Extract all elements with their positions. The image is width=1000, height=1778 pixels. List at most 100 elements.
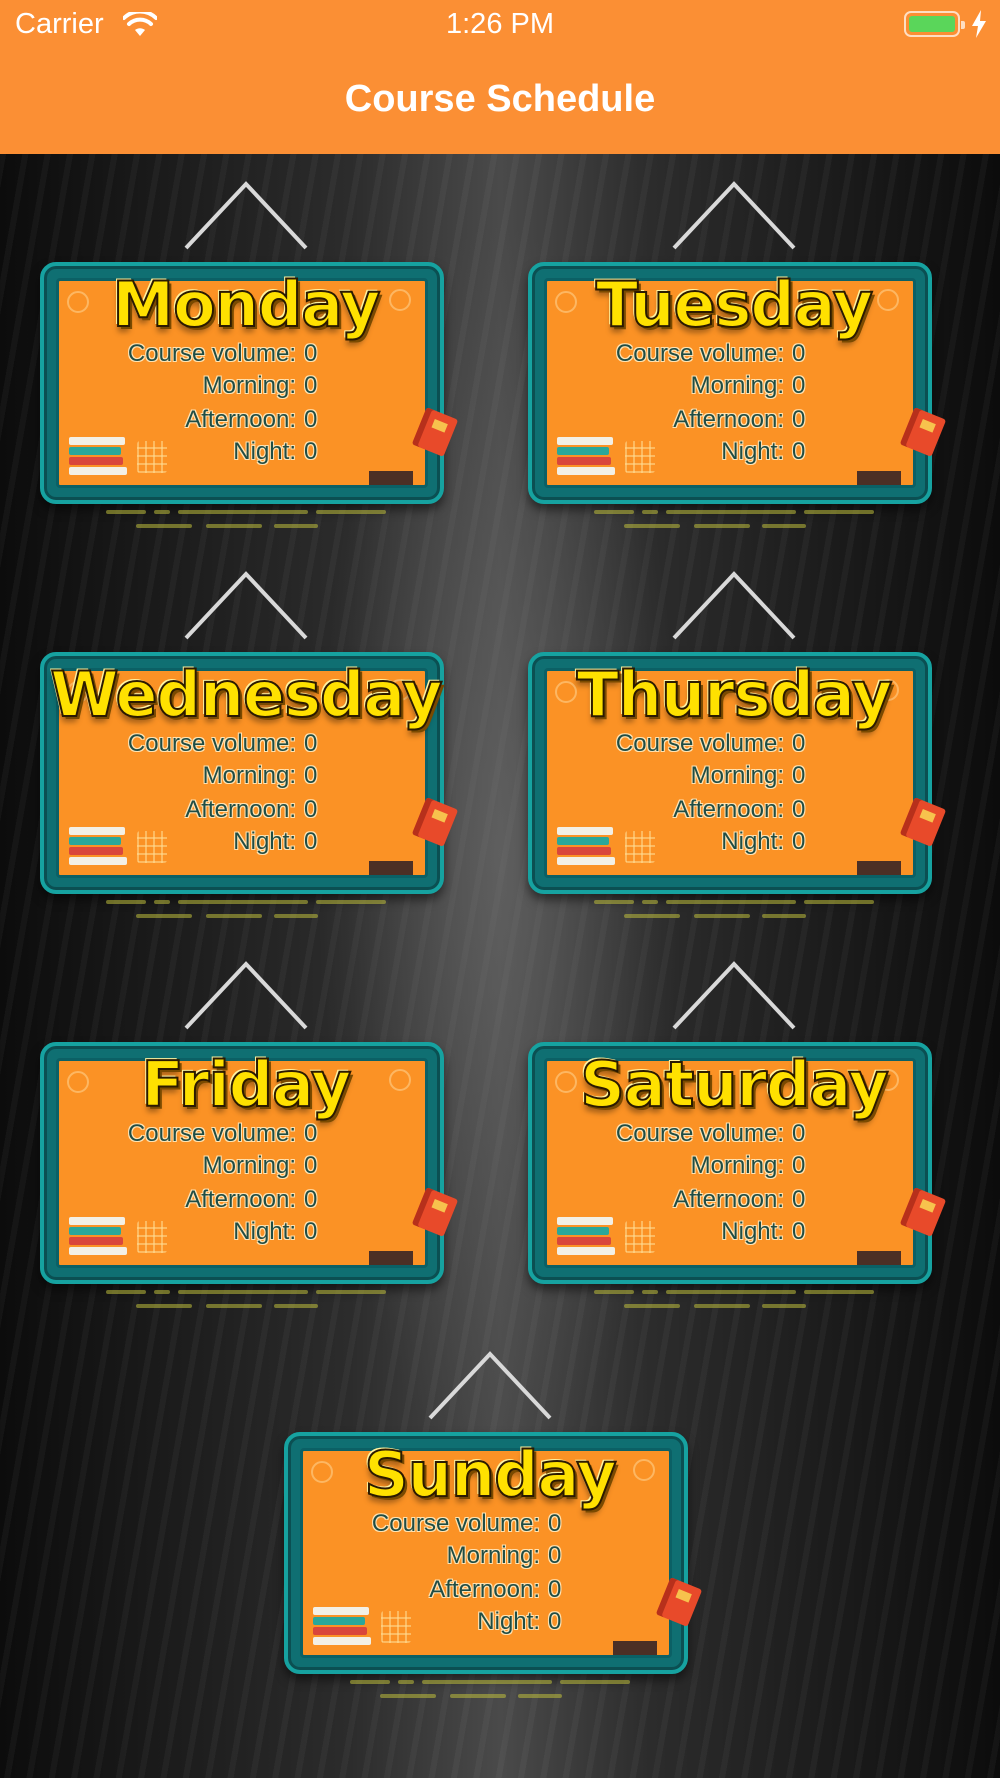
afternoon-label: Afternoon: (185, 796, 296, 823)
night-label: Night: (233, 1218, 296, 1245)
battery-icon (904, 11, 965, 37)
day-card-friday[interactable]: Friday Course volume: 0 Morning: 0 After… (36, 950, 459, 1310)
day-title: Saturday (579, 1047, 890, 1122)
status-time: 1:26 PM (446, 8, 554, 40)
afternoon-row: Afternoon: 0 (524, 406, 944, 436)
course-volume-row: Course volume: 0 (36, 340, 456, 370)
board-reflection (594, 510, 874, 530)
night-value: 0 (548, 1608, 562, 1635)
day-card-sunday[interactable]: Sunday Course volume: 0 Morning: 0 After… (280, 1340, 703, 1700)
morning-label: Morning: (690, 1152, 784, 1179)
course-volume-label: Course volume: (127, 340, 296, 367)
course-volume-value: 0 (304, 730, 318, 757)
hanger-string (184, 181, 308, 250)
morning-value: 0 (304, 1152, 318, 1179)
course-volume-row: Course volume: 0 (280, 1510, 700, 1540)
afternoon-row: Afternoon: 0 (524, 796, 944, 826)
afternoon-value: 0 (792, 796, 806, 823)
eraser-decoration (857, 861, 901, 875)
day-card-thursday[interactable]: Thursday Course volume: 0 Morning: 0 Aft… (524, 560, 947, 920)
night-label: Night: (721, 438, 784, 465)
afternoon-label: Afternoon: (673, 406, 784, 433)
navigation-bar: Carrier 1:26 PM Course Schedule (0, 0, 1000, 154)
course-volume-label: Course volume: (127, 1120, 296, 1147)
afternoon-label: Afternoon: (673, 796, 784, 823)
morning-value: 0 (304, 762, 318, 789)
night-label: Night: (233, 828, 296, 855)
night-value: 0 (792, 828, 806, 855)
course-volume-row: Course volume: 0 (524, 1120, 944, 1150)
course-volume-value: 0 (792, 1120, 806, 1147)
board-reflection (106, 1290, 386, 1310)
course-volume-value: 0 (304, 1120, 318, 1147)
eraser-decoration (369, 1251, 413, 1265)
course-volume-row: Course volume: 0 (524, 340, 944, 370)
course-volume-value: 0 (792, 340, 806, 367)
day-card-tuesday[interactable]: Tuesday Course volume: 0 Morning: 0 Afte… (524, 170, 947, 530)
morning-label: Morning: (202, 372, 296, 399)
eraser-decoration (369, 471, 413, 485)
morning-label: Morning: (690, 372, 784, 399)
day-title: Tuesday (595, 267, 874, 342)
board-reflection (594, 1290, 874, 1310)
board-reflection (594, 900, 874, 920)
eraser-decoration (613, 1641, 657, 1655)
hanger-string (672, 181, 796, 250)
course-volume-label: Course volume: (615, 1120, 784, 1147)
board-reflection (350, 1680, 630, 1700)
morning-row: Morning: 0 (280, 1542, 700, 1572)
course-volume-value: 0 (304, 340, 318, 367)
hanger-string (428, 1351, 552, 1420)
morning-row: Morning: 0 (524, 1152, 944, 1182)
night-row: Night: 0 (36, 438, 456, 468)
morning-value: 0 (792, 1152, 806, 1179)
afternoon-row: Afternoon: 0 (524, 1186, 944, 1216)
afternoon-label: Afternoon: (185, 1186, 296, 1213)
page-title: Course Schedule (344, 78, 656, 120)
afternoon-value: 0 (792, 1186, 806, 1213)
hanger-string (672, 571, 796, 640)
night-value: 0 (304, 828, 318, 855)
morning-label: Morning: (690, 762, 784, 789)
hanger-string (184, 571, 308, 640)
course-volume-value: 0 (548, 1510, 562, 1537)
course-volume-row: Course volume: 0 (36, 1120, 456, 1150)
course-volume-label: Course volume: (127, 730, 296, 757)
course-volume-row: Course volume: 0 (524, 730, 944, 760)
night-row: Night: 0 (36, 828, 456, 858)
afternoon-label: Afternoon: (673, 1186, 784, 1213)
morning-row: Morning: 0 (36, 372, 456, 402)
morning-value: 0 (548, 1542, 562, 1569)
night-label: Night: (233, 438, 296, 465)
charging-bolt-icon (972, 10, 986, 38)
eraser-decoration (369, 861, 413, 875)
day-title: Friday (141, 1047, 353, 1122)
afternoon-row: Afternoon: 0 (36, 406, 456, 436)
afternoon-value: 0 (304, 1186, 318, 1213)
afternoon-row: Afternoon: 0 (280, 1576, 700, 1606)
morning-value: 0 (792, 762, 806, 789)
night-value: 0 (792, 1218, 806, 1245)
day-title: Sunday (363, 1437, 618, 1512)
afternoon-row: Afternoon: 0 (36, 796, 456, 826)
morning-row: Morning: 0 (36, 762, 456, 792)
day-card-monday[interactable]: Monday Course volume: 0 Morning: 0 After… (36, 170, 459, 530)
morning-value: 0 (792, 372, 806, 399)
night-row: Night: 0 (36, 1218, 456, 1248)
night-value: 0 (304, 438, 318, 465)
day-card-saturday[interactable]: Saturday Course volume: 0 Morning: 0 Aft… (524, 950, 947, 1310)
day-card-wednesday[interactable]: Wednesday Course volume: 0 Morning: 0 Af… (36, 560, 459, 920)
night-row: Night: 0 (524, 828, 944, 858)
morning-label: Morning: (202, 1152, 296, 1179)
afternoon-value: 0 (304, 796, 318, 823)
afternoon-label: Afternoon: (429, 1576, 540, 1603)
course-volume-label: Course volume: (371, 1510, 540, 1537)
night-row: Night: 0 (524, 438, 944, 468)
afternoon-label: Afternoon: (185, 406, 296, 433)
morning-label: Morning: (202, 762, 296, 789)
morning-value: 0 (304, 372, 318, 399)
course-volume-row: Course volume: 0 (36, 730, 456, 760)
afternoon-value: 0 (792, 406, 806, 433)
night-value: 0 (792, 438, 806, 465)
afternoon-value: 0 (548, 1576, 562, 1603)
